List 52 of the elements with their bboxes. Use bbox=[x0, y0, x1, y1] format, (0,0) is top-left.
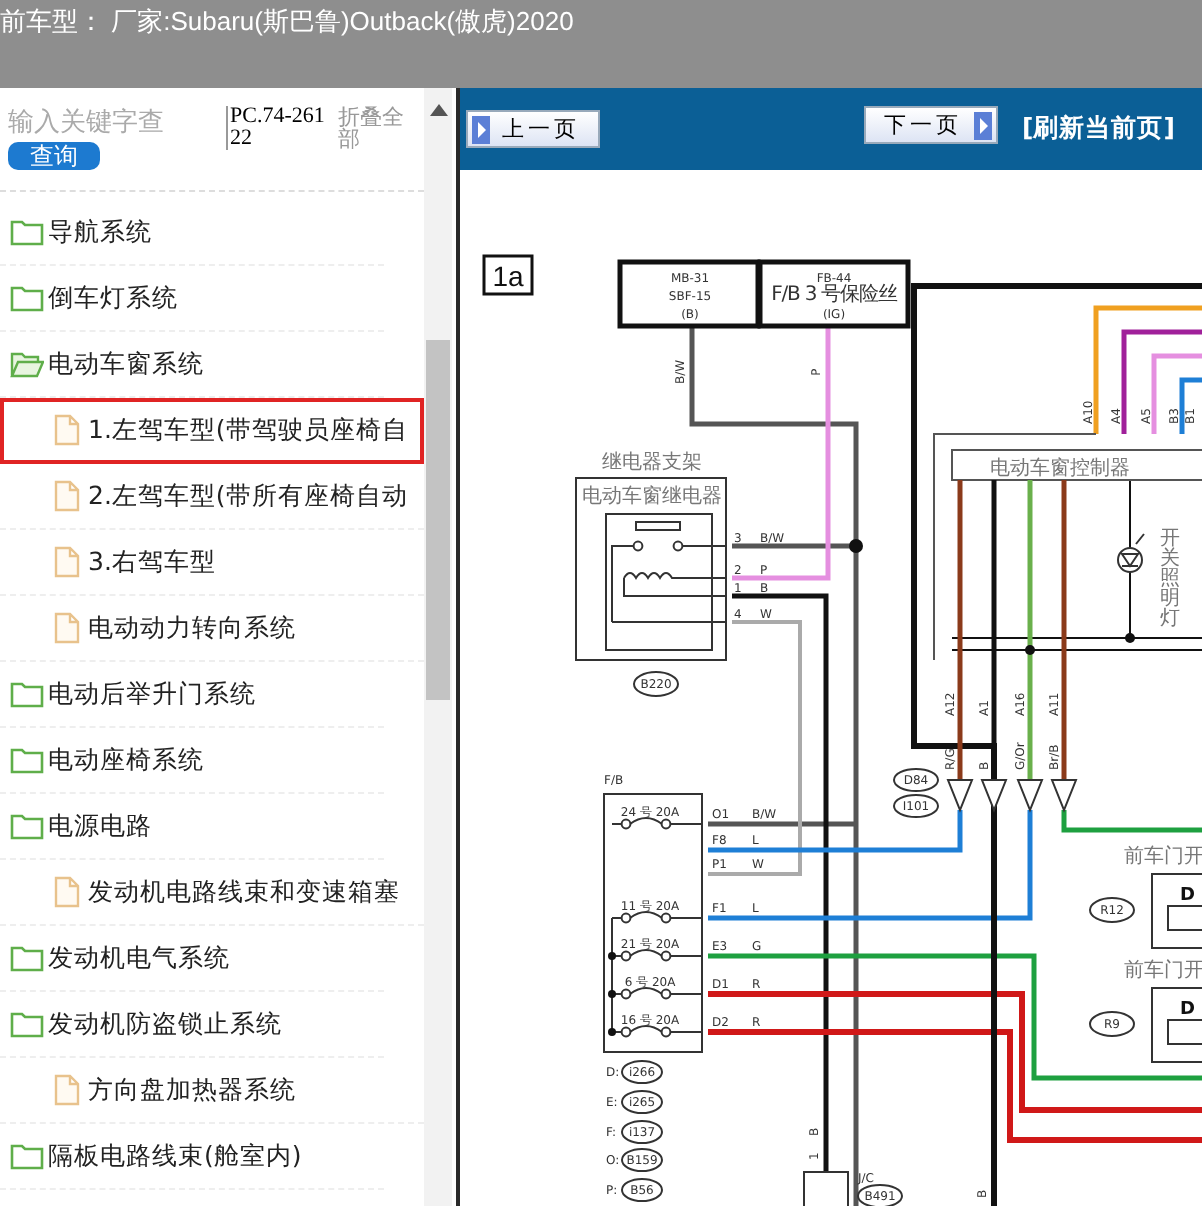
folder-icon bbox=[10, 944, 44, 972]
refresh-page-link[interactable]: [刷新当前页] bbox=[1022, 112, 1175, 146]
folder-item[interactable]: 电动后举升门系统 bbox=[0, 662, 384, 728]
controller-header: 电动车窗控制器 bbox=[951, 449, 1202, 481]
folder-item[interactable]: 电动车窗系统 bbox=[0, 332, 384, 398]
junction-dot bbox=[1125, 633, 1135, 643]
junction-dot bbox=[1025, 645, 1035, 655]
folder-item[interactable]: 隔板电路线束(舱室内) bbox=[0, 1124, 384, 1190]
scrollbar-thumb[interactable] bbox=[426, 340, 450, 700]
scroll-up-icon[interactable] bbox=[429, 104, 447, 116]
connector-terminal bbox=[980, 779, 1008, 813]
document-icon bbox=[54, 1074, 80, 1106]
junction-box bbox=[803, 1171, 849, 1206]
folder-item[interactable]: 发动机电气系统 bbox=[0, 926, 384, 992]
folder-item[interactable]: 发动机防盗锁止系统 bbox=[0, 992, 384, 1058]
connector-terminal bbox=[946, 779, 974, 813]
document-icon bbox=[54, 546, 80, 578]
folder-item[interactable]: 电动座椅系统 bbox=[0, 728, 384, 794]
document-icon bbox=[54, 480, 80, 512]
folder-icon bbox=[10, 1010, 44, 1038]
relay-drawing: 电动车窗继电器 bbox=[575, 477, 727, 661]
document-icon bbox=[54, 414, 80, 446]
open-folder-icon bbox=[10, 350, 44, 378]
right-arrow-icon bbox=[974, 111, 992, 139]
search-button[interactable]: 查询 bbox=[8, 142, 100, 170]
relay-bracket-label: 继电器支架 bbox=[602, 452, 702, 474]
document-icon bbox=[54, 612, 80, 644]
document-code: PC.74-26122 bbox=[226, 106, 326, 150]
junction-dot bbox=[849, 539, 863, 553]
document-item[interactable]: 1.左驾车型(带驾驶员座椅自 bbox=[0, 398, 424, 464]
folder-icon bbox=[10, 284, 44, 312]
next-page-button[interactable]: 下一页 bbox=[864, 106, 998, 144]
folder-icon bbox=[10, 218, 44, 246]
folder-item[interactable]: 导航系统 bbox=[0, 200, 384, 266]
lamp-drawing bbox=[1117, 533, 1145, 573]
folder-icon bbox=[10, 746, 44, 774]
folder-icon bbox=[10, 680, 44, 708]
document-icon bbox=[54, 876, 80, 908]
folder-icon bbox=[10, 1142, 44, 1170]
page-label: 1a bbox=[482, 254, 534, 296]
left-arrow-icon bbox=[472, 115, 490, 143]
previous-page-button[interactable]: 上一页 bbox=[466, 110, 600, 148]
connector-terminal bbox=[1050, 779, 1078, 813]
window-title: 前车型： 厂家:Subaru(斯巴鲁)Outback(傲虎)2020 bbox=[0, 4, 574, 40]
scrollbar[interactable] bbox=[424, 88, 452, 1206]
folder-item[interactable]: 倒车灯系统 bbox=[0, 266, 384, 332]
lamp-label: 开关照明灯 bbox=[1160, 528, 1180, 630]
folder-item[interactable]: 电源电路 bbox=[0, 794, 384, 860]
folder-icon bbox=[10, 812, 44, 840]
door-module-box: D bbox=[1151, 873, 1202, 949]
door-module-box: D bbox=[1151, 987, 1202, 1063]
connector-terminal bbox=[1016, 779, 1044, 813]
